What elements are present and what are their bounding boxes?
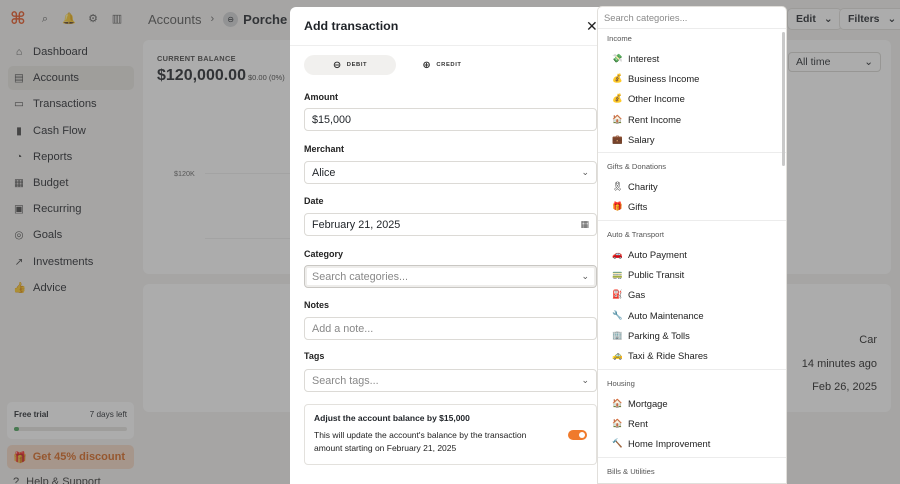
- credit-label: CREDIT: [436, 62, 462, 68]
- category-search-placeholder: Search categories...: [604, 12, 688, 23]
- category-dropdown: Search categories... Income 💸 Interest 💰 Bus…: [597, 6, 787, 484]
- category-option-label: Gifts: [628, 201, 648, 213]
- category-emoji-icon: 🚃: [612, 269, 623, 280]
- divider: [598, 152, 786, 154]
- chevron-down-icon: ⌄: [581, 271, 589, 281]
- category-emoji-icon: 💼: [612, 133, 623, 144]
- amount-input[interactable]: $15,000: [304, 108, 597, 131]
- category-group-income: Income: [607, 34, 632, 43]
- modal-title: Add transaction: [304, 19, 399, 33]
- category-search-input[interactable]: Search categories...: [598, 7, 786, 29]
- category-option-rent-income[interactable]: 🏠 Rent Income: [598, 109, 786, 129]
- category-option-interest[interactable]: 💸 Interest: [598, 48, 786, 68]
- merchant-label: Merchant: [304, 144, 345, 154]
- category-option-label: Parking & Tolls: [628, 329, 690, 341]
- close-icon[interactable]: ✕: [586, 18, 598, 35]
- debit-tab[interactable]: ⊖ DEBIT: [304, 55, 396, 75]
- category-option-other-income[interactable]: 💰 Other Income: [598, 89, 786, 109]
- transaction-type-toggle: ⊖ DEBIT ⊕ CREDIT: [304, 55, 594, 75]
- category-option-label: Mortgage: [628, 397, 668, 409]
- debit-label: DEBIT: [346, 62, 368, 68]
- category-group-housing: Housing: [607, 378, 635, 388]
- category-option-salary[interactable]: 💼 Salary: [598, 129, 786, 149]
- category-option-label: Rent: [628, 417, 648, 429]
- category-emoji-icon: 🚕: [612, 350, 623, 361]
- date-value: February 21, 2025: [312, 218, 401, 231]
- category-option-label: Public Transit: [628, 269, 685, 281]
- category-list: Income 💸 Interest 💰 Business Income 💰 Other In…: [598, 29, 786, 483]
- category-option-label: Auto Maintenance: [628, 309, 704, 321]
- category-emoji-icon: 🎗: [612, 181, 623, 192]
- category-emoji-icon: 🎁: [612, 201, 623, 212]
- category-option-label: Business Income: [628, 72, 700, 84]
- category-emoji-icon: 💰: [612, 72, 623, 83]
- category-option-label: Gas: [628, 289, 646, 301]
- tags-select[interactable]: Search tags... ⌄: [304, 369, 597, 392]
- category-emoji-icon: 🏠: [612, 417, 623, 428]
- calendar-icon[interactable]: ▦: [580, 219, 589, 230]
- category-option-gifts[interactable]: 🎁 Gifts: [598, 197, 786, 217]
- category-emoji-icon: 🏢: [612, 329, 623, 340]
- category-select[interactable]: Search categories... ⌄: [304, 265, 597, 288]
- category-option-label: Other Income: [628, 93, 685, 105]
- adjust-title: Adjust the account balance by $15,000: [314, 413, 470, 423]
- category-emoji-icon: 🔨: [612, 438, 623, 449]
- chevron-down-icon: ⌄: [581, 375, 589, 385]
- credit-tab[interactable]: ⊕ CREDIT: [396, 55, 488, 75]
- merchant-value: Alice: [312, 166, 336, 179]
- category-option-label: Home Improvement: [628, 438, 711, 450]
- divider: [598, 368, 786, 370]
- category-option-label: Rent Income: [628, 113, 682, 125]
- category-option-label: Salary: [628, 133, 655, 145]
- minus-circle-icon: ⊖: [332, 59, 342, 71]
- category-emoji-icon: 🔧: [612, 309, 623, 320]
- adjust-description: This will update the account's balance b…: [314, 430, 527, 453]
- category-option-label: Interest: [628, 52, 660, 64]
- category-option-label: Auto Payment: [628, 248, 687, 260]
- amount-label: Amount: [304, 92, 338, 102]
- category-placeholder: Search categories...: [312, 270, 409, 283]
- category-emoji-icon: 💸: [612, 52, 623, 63]
- notes-input[interactable]: Add a note...: [304, 317, 597, 340]
- divider: [290, 45, 608, 46]
- category-emoji-icon: 🚗: [612, 248, 623, 259]
- plus-circle-icon: ⊕: [422, 59, 432, 71]
- category-emoji-icon: ⛽: [612, 289, 623, 300]
- category-option-gas[interactable]: ⛽ Gas: [598, 285, 786, 305]
- category-option-rent[interactable]: 🏠 Rent: [598, 413, 786, 433]
- category-option-home-improvement[interactable]: 🔨 Home Improvement: [598, 433, 786, 453]
- date-input[interactable]: February 21, 2025 ▦: [304, 213, 597, 236]
- category-group-bills-and-utilities: Bills & Utilities: [607, 466, 655, 476]
- category-emoji-icon: 💰: [612, 93, 623, 104]
- category-option-auto-maintenance[interactable]: 🔧 Auto Maintenance: [598, 305, 786, 325]
- notes-placeholder: Add a note...: [312, 322, 374, 335]
- category-option-taxi-and-ride-shares[interactable]: 🚕 Taxi & Ride Shares: [598, 346, 786, 366]
- merchant-select[interactable]: Alice ⌄: [304, 161, 597, 184]
- tags-label: Tags: [304, 351, 325, 361]
- divider: [598, 220, 786, 222]
- category-emoji-icon: 🏠: [612, 397, 623, 408]
- category-emoji-icon: 🏠: [612, 113, 623, 124]
- category-option-public-transit[interactable]: 🚃 Public Transit: [598, 264, 786, 284]
- category-option-label: Taxi & Ride Shares: [628, 350, 708, 362]
- category-option-parking-and-tolls[interactable]: 🏢 Parking & Tolls: [598, 325, 786, 345]
- divider: [598, 456, 786, 458]
- category-option-label: Charity: [628, 181, 658, 193]
- category-option-auto-payment[interactable]: 🚗 Auto Payment: [598, 244, 786, 264]
- scrollbar-thumb[interactable]: [782, 32, 785, 166]
- adjust-balance-card: Adjust the account balance by $15,000 Th…: [304, 404, 597, 465]
- chevron-down-icon: ⌄: [581, 167, 589, 177]
- amount-value: $15,000: [312, 113, 352, 126]
- add-transaction-modal: Add transaction ✕ ⊖ DEBIT ⊕ CREDIT Amount …: [290, 7, 608, 484]
- category-label: Category: [304, 249, 344, 259]
- category-group-auto-and-transport: Auto & Transport: [607, 230, 664, 240]
- date-label: Date: [304, 196, 324, 206]
- tags-placeholder: Search tags...: [312, 374, 379, 387]
- category-option-mortgage[interactable]: 🏠 Mortgage: [598, 393, 786, 413]
- adjust-balance-toggle[interactable]: [568, 430, 587, 440]
- category-option-business-income[interactable]: 💰 Business Income: [598, 68, 786, 88]
- category-option-charity[interactable]: 🎗 Charity: [598, 176, 786, 196]
- notes-label: Notes: [304, 300, 330, 310]
- category-group-gifts-and-donations: Gifts & Donations: [607, 162, 667, 172]
